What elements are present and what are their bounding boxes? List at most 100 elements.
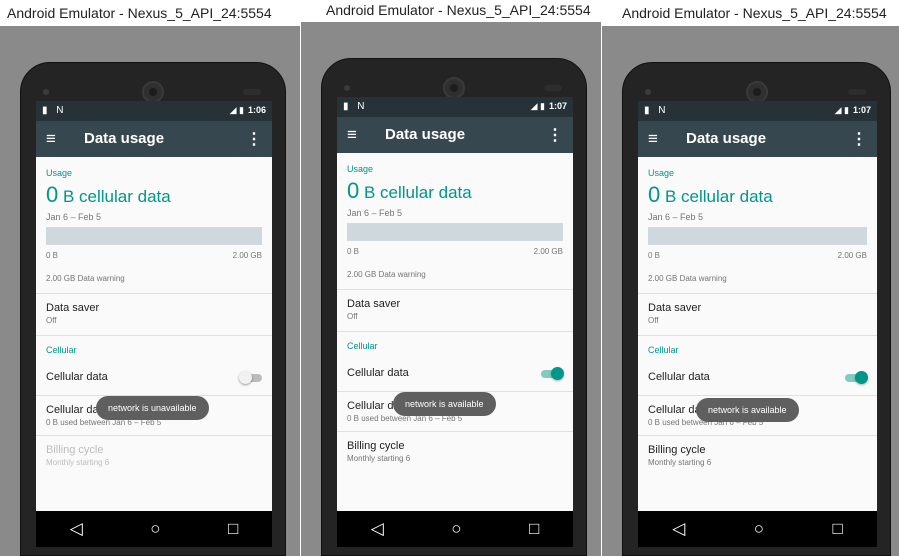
- overflow-menu-icon[interactable]: ⋮: [851, 129, 867, 149]
- speaker-icon: [745, 81, 768, 103]
- status-icons: ◢ ▮ 1:06: [230, 105, 266, 116]
- usage-amount: 0 B cellular data: [648, 182, 877, 208]
- billing-cycle-row[interactable]: Billing cycle Monthly starting 6: [36, 436, 272, 475]
- usage-date-range: Jan 6 – Feb 5: [46, 212, 102, 222]
- notification-icons: ▮ N: [343, 101, 368, 112]
- app-toolbar: ≡ Data usage ⋮: [638, 121, 877, 157]
- camera-icon: [344, 85, 350, 91]
- data-saver-value: Off: [347, 312, 358, 321]
- toast-message: network is available: [393, 392, 496, 416]
- status-bar: ▮ N ◢ ▮ 1:07: [337, 97, 573, 117]
- billing-cycle-value: Monthly starting 6: [46, 458, 110, 467]
- page-title: Data usage: [686, 130, 767, 147]
- data-saver-row[interactable]: Data saver Off: [337, 290, 573, 329]
- recents-icon[interactable]: □: [529, 519, 539, 539]
- cellular-header: Cellular: [648, 345, 679, 355]
- data-saver-label: Data saver: [347, 298, 401, 310]
- app-toolbar: ≡ Data usage ⋮: [36, 121, 272, 157]
- bar-min-label: 0 B: [648, 251, 661, 260]
- status-time: 1:07: [548, 101, 567, 111]
- usage-date-range: Jan 6 – Feb 5: [648, 212, 704, 222]
- home-icon[interactable]: ○: [754, 519, 764, 539]
- home-icon[interactable]: ○: [150, 519, 160, 539]
- overflow-menu-icon[interactable]: ⋮: [547, 125, 563, 145]
- back-icon[interactable]: ◁: [70, 519, 83, 539]
- status-icons: ◢ ▮ 1:07: [835, 105, 871, 116]
- toast-message: network is available: [696, 398, 799, 422]
- signal-battery-icon: ◢ ▮: [530, 101, 545, 111]
- recents-icon[interactable]: □: [228, 519, 238, 539]
- status-bar: ▮ N ◢ ▮ 1:07: [638, 101, 877, 121]
- data-warning-text: 2.00 GB Data warning: [648, 274, 727, 283]
- notification-icons: ▮ N: [42, 105, 67, 116]
- camera-icon: [645, 89, 651, 95]
- emulator-window-1: Android Emulator - Nexus_5_API_24:5554 ▮…: [0, 0, 300, 556]
- navigation-bar: ◁ ○ □: [337, 511, 573, 547]
- toast-message: network is unavailable: [96, 396, 209, 420]
- cellular-data-toggle[interactable]: [239, 371, 262, 384]
- sensor-icon: [544, 85, 562, 91]
- billing-cycle-label: Billing cycle: [648, 444, 706, 456]
- hamburger-menu-icon[interactable]: ≡: [46, 129, 56, 149]
- status-bar: ▮ N ◢ ▮ 1:06: [36, 101, 272, 121]
- status-time: 1:07: [852, 105, 871, 115]
- billing-cycle-row[interactable]: Billing cycle Monthly starting 6: [337, 432, 573, 471]
- status-icons: ◢ ▮ 1:07: [531, 101, 567, 112]
- sensor-icon: [848, 89, 866, 95]
- device-screen: ▮ N ◢ ▮ 1:06 ≡ Data usage ⋮ Usage 0 B cel…: [36, 101, 272, 511]
- home-icon[interactable]: ○: [451, 519, 461, 539]
- data-saver-value: Off: [46, 316, 57, 325]
- usage-amount-number: 0: [347, 178, 360, 203]
- phone-frame: ▮ N ◢ ▮ 1:07 ≡ Data usage ⋮ Usage 0 B cel…: [622, 62, 891, 556]
- cellular-header: Cellular: [46, 345, 77, 355]
- usage-bar-labels: 0 B 2.00 GB: [347, 247, 563, 256]
- sensor-icon: [243, 89, 261, 95]
- usage-bar-labels: 0 B 2.00 GB: [46, 251, 262, 260]
- window-title: Android Emulator - Nexus_5_API_24:5554: [622, 5, 887, 21]
- device-screen: ▮ N ◢ ▮ 1:07 ≡ Data usage ⋮ Usage 0 B cel…: [638, 101, 877, 511]
- usage-amount: 0 B cellular data: [347, 178, 573, 204]
- emulator-background: ▮ N ◢ ▮ 1:07 ≡ Data usage ⋮ Usage 0 B cel…: [602, 26, 899, 556]
- notification-icons: ▮ N: [644, 105, 669, 116]
- usage-header: Usage: [648, 168, 675, 178]
- bar-max-label: 2.00 GB: [533, 247, 563, 256]
- data-saver-row[interactable]: Data saver Off: [638, 294, 877, 333]
- phone-frame: ▮ N ◢ ▮ 1:07 ≡ Data usage ⋮ Usage 0 B cel…: [321, 58, 587, 556]
- usage-amount-text: B cellular data: [363, 183, 472, 202]
- data-saver-row[interactable]: Data saver Off: [36, 294, 272, 333]
- overflow-menu-icon[interactable]: ⋮: [246, 129, 262, 149]
- billing-cycle-label: Billing cycle: [347, 440, 405, 452]
- cellular-data-row[interactable]: Cellular data: [638, 361, 877, 395]
- data-warning-text: 2.00 GB Data warning: [46, 274, 125, 283]
- cellular-data-label: Cellular data: [347, 367, 409, 379]
- page-title: Data usage: [385, 126, 466, 143]
- usage-bar: [46, 227, 262, 245]
- phone-frame: ▮ N ◢ ▮ 1:06 ≡ Data usage ⋮ Usage 0 B cel…: [20, 62, 286, 556]
- usage-header: Usage: [46, 168, 73, 178]
- cellular-data-toggle[interactable]: [845, 371, 868, 384]
- billing-cycle-value: Monthly starting 6: [648, 458, 712, 467]
- recents-icon[interactable]: □: [832, 519, 842, 539]
- hamburger-menu-icon[interactable]: ≡: [648, 129, 658, 149]
- bar-min-label: 0 B: [347, 247, 360, 256]
- bar-max-label: 2.00 GB: [837, 251, 867, 260]
- billing-cycle-row[interactable]: Billing cycle Monthly starting 6: [638, 436, 877, 475]
- emulator-window-3: Android Emulator - Nexus_5_API_24:5554 ▮…: [602, 0, 899, 556]
- emulator-background: ▮ N ◢ ▮ 1:07 ≡ Data usage ⋮ Usage 0 B cel…: [301, 22, 601, 556]
- usage-amount-number: 0: [648, 182, 661, 207]
- back-icon[interactable]: ◁: [672, 519, 685, 539]
- cellular-data-row[interactable]: Cellular data: [337, 357, 573, 391]
- cellular-data-row[interactable]: Cellular data: [36, 361, 272, 395]
- cellular-header: Cellular: [347, 341, 378, 351]
- usage-amount: 0 B cellular data: [46, 182, 272, 208]
- bar-min-label: 0 B: [46, 251, 59, 260]
- toggle-thumb: [551, 367, 564, 380]
- cellular-data-label: Cellular data: [46, 371, 108, 383]
- hamburger-menu-icon[interactable]: ≡: [347, 125, 357, 145]
- window-title: Android Emulator - Nexus_5_API_24:5554: [7, 5, 272, 21]
- speaker-icon: [443, 77, 465, 99]
- usage-bar: [347, 223, 563, 241]
- data-saver-value: Off: [648, 316, 659, 325]
- back-icon[interactable]: ◁: [371, 519, 384, 539]
- cellular-data-toggle[interactable]: [541, 367, 564, 380]
